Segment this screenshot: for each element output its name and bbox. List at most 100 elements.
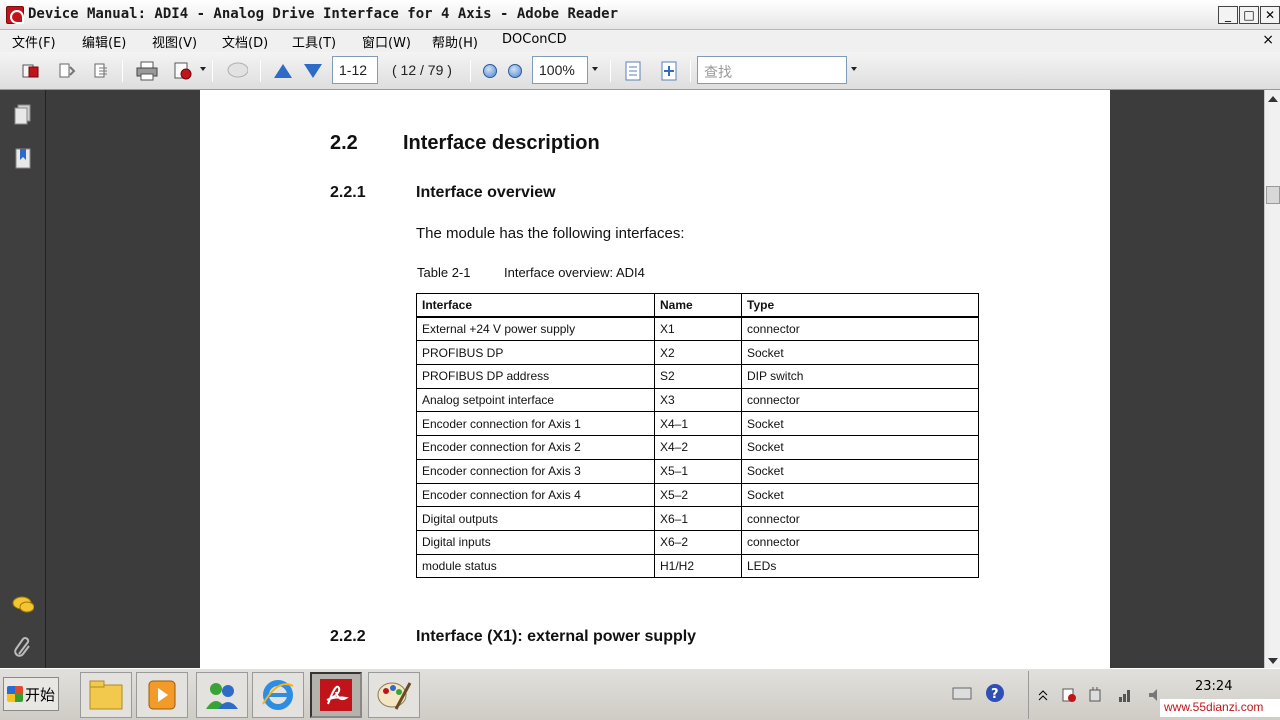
comments-panel-button[interactable] [12,594,34,616]
toolbar: 1-12 ( 12 / 79 ) 100% 查找 [0,52,1280,90]
paint-icon [377,682,412,710]
document-view[interactable]: 2.2 Interface description 2.2.1 Interfac… [46,90,1264,668]
menu-help[interactable]: 帮助(H) [432,32,478,51]
save-copy-icon [22,64,39,78]
start-button[interactable]: 开始 [3,677,59,711]
table-caption-text: Interface overview: ADI4 [504,265,645,280]
subsection-title: Interface (X1): external power supply [416,628,697,645]
taskbar: 开始 ? 23:24 [0,668,1280,720]
table-cell: X6–2 [654,529,742,555]
security-alert-icon[interactable] [1061,687,1077,703]
table-cell: Socket [741,340,979,366]
table-cell: X6–1 [654,506,742,531]
taskbar-internet-explorer[interactable] [252,672,304,718]
clock[interactable]: 23:24 [1195,679,1232,694]
table-cell: X5–1 [654,458,742,484]
taskbar-messenger[interactable] [196,672,248,718]
toolbar-separator [610,60,611,82]
table-cell: LEDs [741,553,979,579]
comment-button[interactable] [226,61,248,81]
table-cell: module status [416,553,655,579]
table-cell: X1 [654,316,742,342]
fit-width-icon [661,61,677,81]
email-button[interactable] [172,61,194,81]
taskbar-explorer[interactable] [80,672,132,718]
table-row: Encoder connection for Axis 1 X4–1 Socket [416,411,979,437]
taskbar-adobe-reader[interactable] [310,672,362,718]
interface-table: Interface Name Type External +24 V power… [416,293,979,579]
zoom-in-button[interactable] [504,61,526,81]
menu-bar: 文件(F) 编辑(E) 视图(V) 文档(D) 工具(T) 窗口(W) 帮助(H… [0,30,1280,52]
intro-text: The module has the following interfaces: [416,225,685,242]
export-button[interactable] [90,61,112,81]
fit-width-button[interactable] [658,61,680,81]
menu-edit[interactable]: 编辑(E) [82,32,126,51]
email-dropdown-arrow[interactable] [200,67,206,71]
arrow-down-icon [304,64,322,78]
keyboard-icon[interactable] [952,685,972,701]
table-header-row: Interface Name Type [416,293,979,319]
organize-pages-icon [59,63,76,78]
table-cell: Encoder connection for Axis 3 [416,458,655,484]
toolbar-separator [122,60,123,82]
table-cell: Socket [741,458,979,484]
organize-pages-button[interactable] [56,61,78,81]
attachments-panel-button[interactable] [12,636,34,658]
minimize-button[interactable]: _ [1218,6,1238,24]
maximize-icon: □ [1243,8,1255,22]
subsection-number: 2.2.1 [330,184,366,201]
network-icon[interactable] [1117,687,1133,703]
search-input[interactable]: 查找 [697,56,847,84]
print-button[interactable] [136,61,158,81]
bookmarks-icon [15,148,31,169]
vertical-scrollbar[interactable] [1264,90,1280,668]
zoom-dropdown-arrow[interactable] [592,67,598,71]
table-cell: X3 [654,387,742,413]
zoom-out-button[interactable] [479,61,501,81]
zoom-input[interactable]: 100% [532,56,588,84]
fit-page-button[interactable] [622,61,644,81]
table-cell: connector [741,529,979,555]
speech-bubble-icon [227,62,248,78]
pages-icon [14,104,31,125]
menu-view[interactable]: 视图(V) [152,32,197,51]
bookmarks-panel-button[interactable] [12,148,34,170]
menu-window[interactable]: 窗口(W) [362,32,411,51]
document-close-button[interactable]: × [1262,32,1274,48]
taskbar-paint[interactable] [368,672,420,718]
section-number: 2.2 [330,132,358,154]
help-icon[interactable]: ? [985,683,1005,703]
maximize-button[interactable]: □ [1239,6,1259,24]
table-row: Digital outputs X6–1 connector [416,506,979,531]
menu-file[interactable]: 文件(F) [12,32,56,51]
previous-page-button[interactable] [272,61,294,81]
menu-doconcd[interactable]: DOConCD [502,32,567,47]
save-copy-button[interactable] [20,61,42,81]
comments-icon [12,596,34,613]
table-cell: X2 [654,340,742,366]
menu-tools[interactable]: 工具(T) [292,32,336,51]
next-page-button[interactable] [302,61,324,81]
fit-page-icon [625,61,641,81]
search-dropdown-arrow[interactable] [851,67,857,71]
menu-document[interactable]: 文档(D) [222,32,268,51]
safely-remove-hardware-icon[interactable] [1087,687,1103,703]
table-cell: Encoder connection for Axis 2 [416,435,655,460]
close-button[interactable]: ✕ [1260,6,1280,24]
scroll-up-arrow-icon[interactable] [1268,96,1278,102]
scroll-down-arrow-icon[interactable] [1268,658,1278,664]
pages-panel-button[interactable] [12,104,34,126]
table-cell: connector [741,316,979,342]
table-row: Analog setpoint interface X3 connector [416,387,979,413]
table-cell: Analog setpoint interface [416,387,655,413]
adobe-reader-taskbar-icon [320,679,352,711]
scrollbar-thumb[interactable] [1266,186,1280,204]
table-row: External +24 V power supply X1 connector [416,316,979,342]
table-cell: Digital inputs [416,529,655,555]
watermark-text: www.55dianzi.com [1160,699,1280,717]
page-number-input[interactable]: 1-12 [332,56,378,84]
table-row: PROFIBUS DP X2 Socket [416,340,979,366]
taskbar-media-player[interactable] [136,672,188,718]
expand-tray-icon[interactable] [1035,687,1051,703]
table-cell: PROFIBUS DP address [416,364,655,389]
